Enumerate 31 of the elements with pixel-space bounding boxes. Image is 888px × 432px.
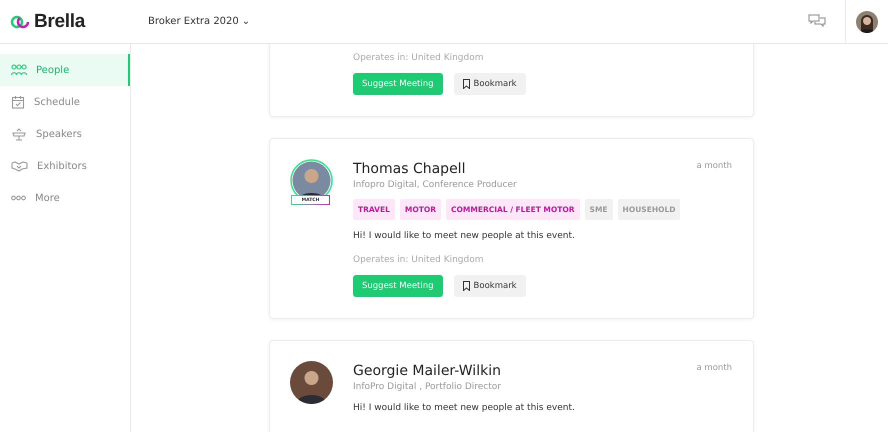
bookmark-button[interactable]: Bookmark [454,275,526,297]
person-role: InfoPro Digital , Portfolio Director [353,382,502,392]
time-label: a month [696,161,732,171]
operates-in: Operates in: United Kingdom [353,53,484,63]
time-label: a month [696,363,732,373]
intro-message: Hi! I would like to meet new people at this event. [353,403,576,413]
user-avatar[interactable] [856,10,878,32]
people-icon [11,64,27,76]
bookmark-button[interactable]: Bookmark [454,73,526,95]
nav-item[interactable]: More [0,182,130,214]
suggest-meeting-button[interactable]: Suggest Meeting [353,73,443,95]
bookmark-icon [462,281,471,291]
nav-item[interactable]: Exhibitors [0,150,130,182]
operates-in: Operates in: United Kingdom [353,255,484,265]
person-name: Georgie Mailer-Wilkin [353,363,501,379]
person-name: Thomas Chapell [353,161,466,177]
avatar [290,361,333,404]
podium-icon [11,127,27,141]
handshake-icon [11,160,28,172]
intro-message: Hi! I would like to meet new people at this event. [353,231,576,241]
logo-text: Brella [34,10,86,32]
suggest-meeting-button[interactable]: Suggest Meeting [353,275,443,297]
bookmark-icon [462,79,471,89]
more-icon [11,195,26,201]
logo-icon [10,14,30,28]
nav-item[interactable]: People [0,54,130,86]
event-selector[interactable]: Broker Extra 2020 ⌄ [148,16,250,27]
nav-item[interactable]: Schedule [0,86,130,118]
person-role: Infopro Digital, Conference Producer [353,180,518,190]
calendar-icon [11,95,25,109]
nav-item[interactable]: Speakers [0,118,130,150]
